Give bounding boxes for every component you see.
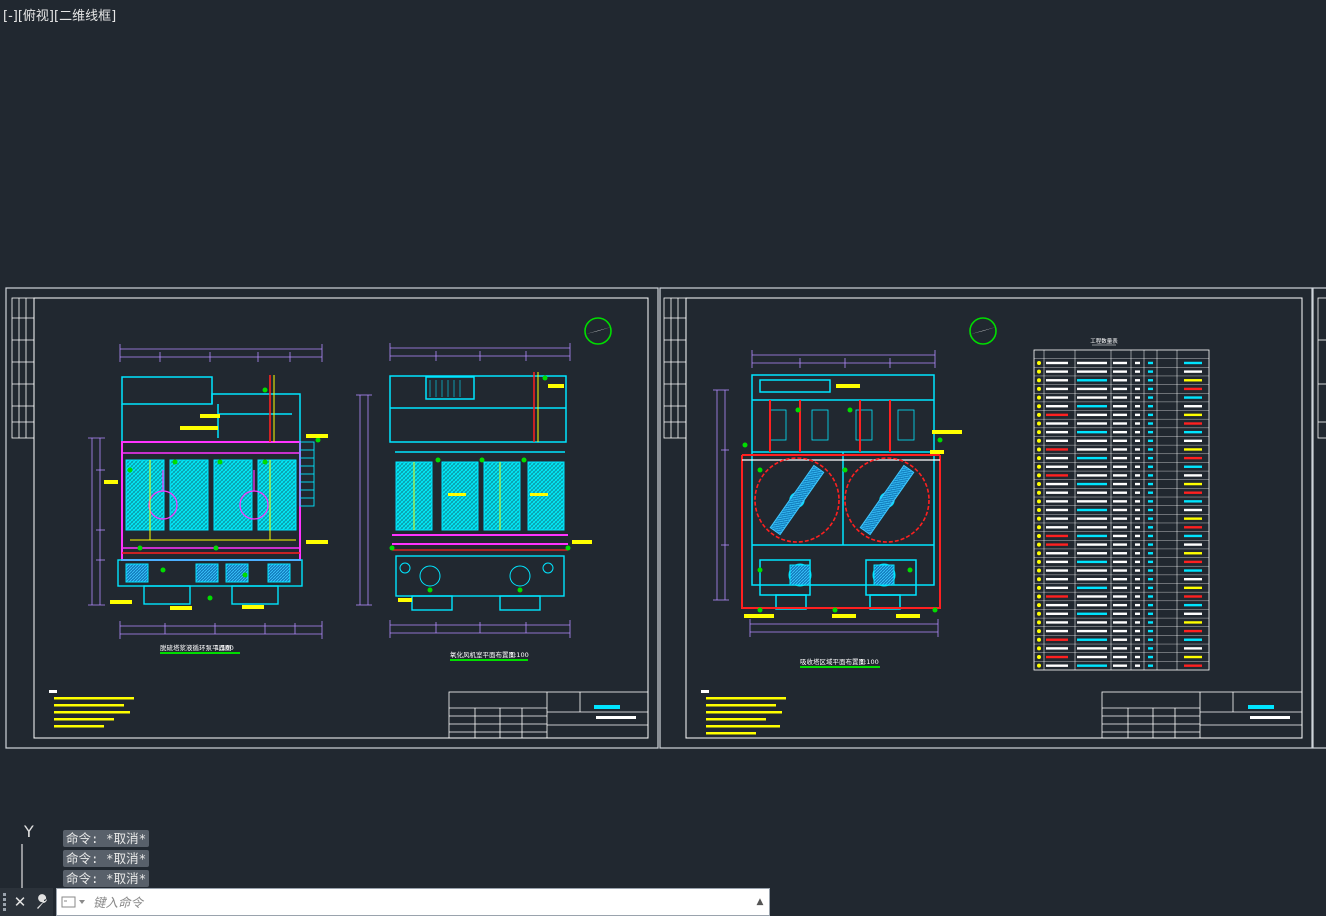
absorber-tank-icon [754, 457, 840, 543]
plan-c-layout[interactable] [713, 350, 962, 637]
command-history-line: 命令: *取消* [63, 850, 150, 867]
svg-text:Y: Y [23, 822, 34, 841]
north-arrow-icon [969, 317, 997, 345]
command-history-line: 命令: *取消* [63, 830, 150, 847]
equipment-table: 工程数量表 [1033, 337, 1210, 671]
absorber-tank-icon [844, 457, 930, 543]
north-arrow-icon [584, 317, 612, 345]
command-bar-grip[interactable] [0, 888, 9, 916]
sheet-2-title-block [1101, 691, 1303, 739]
sheet-1-notes [49, 690, 134, 728]
plan-a-layout[interactable] [88, 344, 328, 639]
ucs-icon: Y [21, 822, 34, 888]
command-input[interactable] [91, 893, 751, 911]
sheet-1-binding-strip [11, 297, 35, 439]
wrench-icon[interactable] [31, 888, 53, 916]
svg-text:1:100: 1:100 [510, 651, 529, 659]
drawing-sheet-3[interactable] [1312, 287, 1326, 749]
sheet-2-binding-strip [663, 297, 687, 439]
sheet-1-title-block [448, 691, 649, 739]
plan-b-layout[interactable] [356, 343, 592, 638]
svg-text:氧化风机室平面布置图: 氧化风机室平面布置图 [450, 650, 515, 659]
plan-b-title: 氧化风机室平面布置图 1:100 [450, 650, 529, 661]
command-history-line: 命令: *取消* [63, 870, 150, 887]
drawing-sheet-1[interactable]: 脱硫塔浆液循环泵平面图 1:100 氧化风机室平面布置图 1:100 [5, 287, 659, 749]
plan-a-title: 脱硫塔浆液循环泵平面图 1:100 [160, 643, 240, 654]
chevron-up-icon[interactable]: ▲ [751, 897, 769, 907]
command-field[interactable]: ▲ [56, 888, 770, 916]
svg-text:1:100: 1:100 [215, 644, 234, 652]
command-bar: ✕ ▲ [0, 888, 770, 916]
close-icon[interactable]: ✕ [9, 888, 31, 916]
command-prompt-icon[interactable] [57, 893, 91, 911]
plan-c-title: 吸收塔区域平面布置图 1:100 [800, 657, 880, 668]
drawing-sheet-2[interactable]: 吸收塔区域平面布置图 1:100 工程数量表 [659, 287, 1313, 749]
sheet-2-notes [701, 690, 786, 735]
svg-text:吸收塔区域平面布置图: 吸收塔区域平面布置图 [800, 657, 865, 666]
svg-text:1:100: 1:100 [860, 658, 879, 666]
svg-text:工程数量表: 工程数量表 [1090, 337, 1118, 345]
drawing-canvas[interactable]: 脱硫塔浆液循环泵平面图 1:100 氧化风机室平面布置图 1:100 吸收塔区域… [0, 0, 1326, 916]
